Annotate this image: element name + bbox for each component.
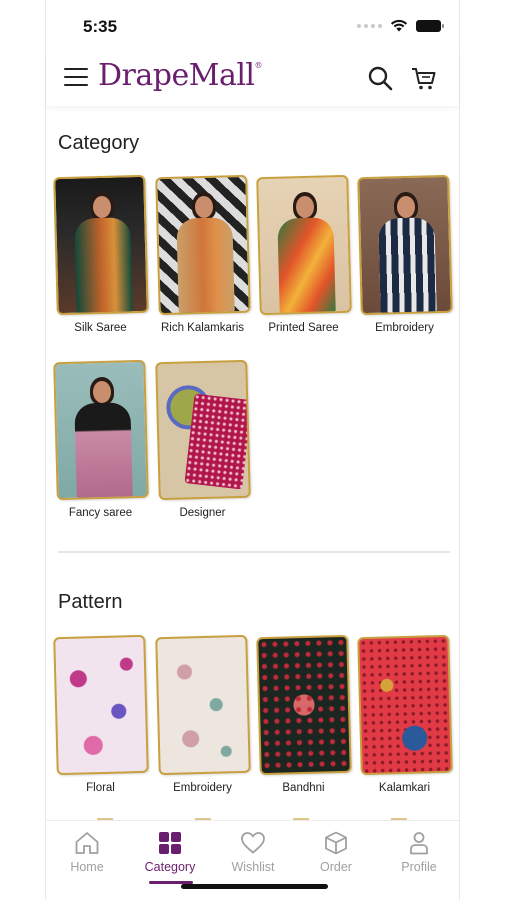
profile-icon — [410, 832, 428, 855]
pattern-thumbnail — [52, 634, 149, 776]
pattern-item-embroidery[interactable]: Embroidery — [154, 634, 251, 794]
nav-home[interactable]: Home — [52, 831, 122, 874]
nav-label-home: Home — [70, 860, 104, 874]
category-thumbnail — [154, 174, 251, 316]
pattern-label: Bandhni — [282, 782, 325, 794]
nav-profile[interactable]: Profile — [384, 831, 454, 874]
nav-wishlist[interactable]: Wishlist — [218, 831, 288, 874]
pattern-label: Floral — [86, 782, 115, 794]
nav-label-order: Order — [320, 860, 352, 874]
pattern-label: Kalamkari — [378, 782, 431, 794]
pattern-item-bandhni[interactable]: Bandhni — [255, 634, 352, 794]
nav-label-wishlist: Wishlist — [231, 860, 275, 874]
home-icon — [75, 832, 99, 854]
category-label: Fancy saree — [68, 507, 133, 519]
category-item-fancy-saree[interactable]: Fancy saree — [52, 359, 149, 519]
pattern-thumbnail — [154, 634, 251, 776]
signal-icon — [357, 23, 382, 28]
category-item-silk-saree[interactable]: Silk Saree — [52, 174, 149, 334]
logo-registered-mark: ® — [254, 61, 263, 70]
box-icon — [325, 831, 347, 855]
pattern-label: Embroidery — [173, 782, 232, 794]
category-content[interactable]: Category Silk Saree Rich Kalamkaris Prin… — [46, 106, 459, 820]
search-icon[interactable] — [366, 64, 394, 92]
wifi-icon — [390, 19, 408, 32]
status-time: 5:35 — [83, 17, 118, 36]
section-title-category: Category — [58, 132, 140, 154]
section-title-pattern: Pattern — [58, 591, 123, 613]
app-header: DrapeMall® — [46, 50, 459, 106]
nav-label-profile: Profile — [401, 860, 437, 874]
category-thumbnail — [356, 174, 453, 316]
battery-icon — [416, 19, 444, 32]
category-label: Designer — [179, 507, 226, 519]
category-label: Silk Saree — [74, 322, 127, 334]
app-logo[interactable]: DrapeMall® — [98, 58, 263, 93]
category-thumbnail — [154, 359, 251, 501]
logo-text: DrapeMall — [98, 58, 255, 93]
category-label: Rich Kalamkaris — [160, 322, 245, 334]
category-label: Embroidery — [375, 322, 434, 334]
nav-category[interactable]: Category — [135, 831, 205, 874]
category-item-rich-kalamkaris[interactable]: Rich Kalamkaris — [154, 174, 251, 334]
menu-icon[interactable] — [64, 68, 88, 88]
cart-icon[interactable] — [410, 64, 438, 92]
status-bar: 5:35 — [46, 0, 459, 50]
pattern-item-kalamkari[interactable]: Kalamkari — [356, 634, 453, 794]
right-edge-line — [459, 0, 460, 900]
category-thumbnail — [255, 174, 352, 316]
heart-icon — [241, 832, 265, 854]
nav-label-category: Category — [144, 860, 196, 874]
nav-order[interactable]: Order — [301, 831, 371, 874]
home-indicator[interactable] — [181, 884, 328, 889]
category-thumbnail — [52, 174, 149, 316]
section-divider — [58, 551, 450, 553]
category-icon — [159, 832, 181, 854]
category-item-printed-saree[interactable]: Printed Saree — [255, 174, 352, 334]
category-label: Printed Saree — [268, 322, 339, 334]
pattern-item-floral[interactable]: Floral — [52, 634, 149, 794]
category-item-embroidery[interactable]: Embroidery — [356, 174, 453, 334]
pattern-thumbnail — [255, 634, 352, 776]
pattern-thumbnail — [356, 634, 453, 776]
status-icons — [357, 19, 444, 32]
category-item-designer[interactable]: Designer — [154, 359, 251, 519]
category-thumbnail — [52, 359, 149, 501]
